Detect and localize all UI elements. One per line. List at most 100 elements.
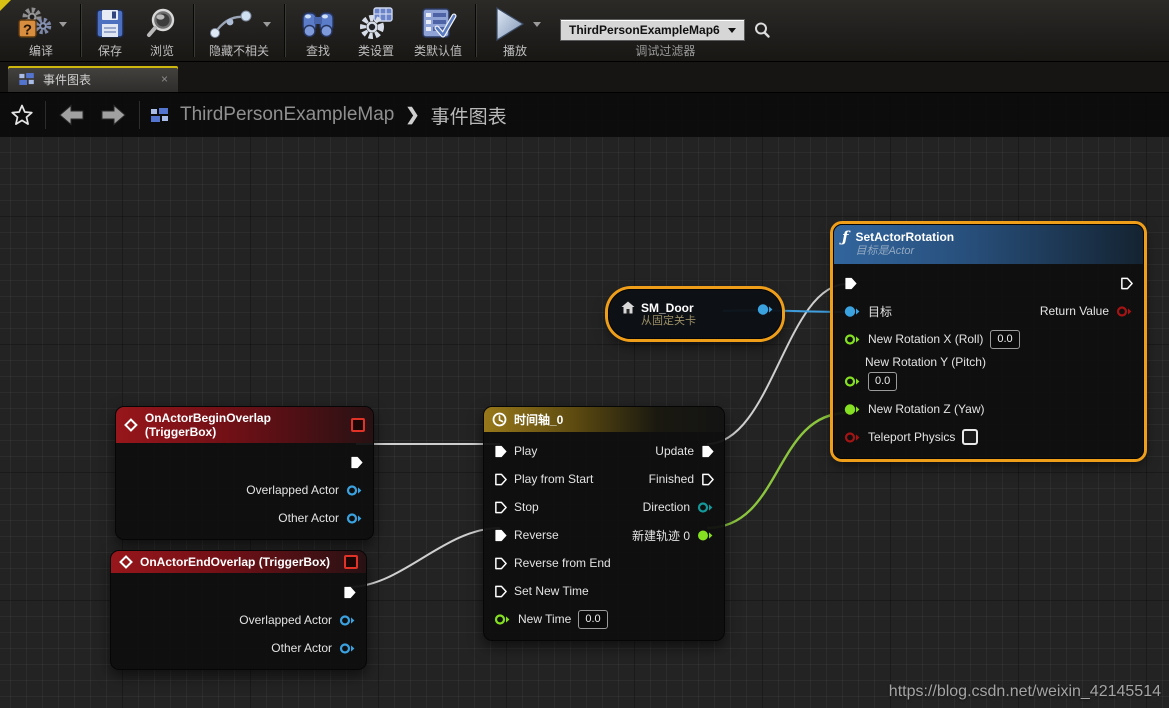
- node-title: 时间轴_0: [514, 413, 564, 427]
- target-pin[interactable]: [844, 305, 861, 318]
- class-defaults-button[interactable]: 类默认值: [405, 0, 471, 61]
- function-icon: ƒ: [842, 228, 849, 246]
- favorite-star-icon[interactable]: [10, 103, 34, 127]
- sm-door-out-pin[interactable]: [757, 303, 774, 316]
- finished-pin[interactable]: [701, 473, 714, 486]
- save-button[interactable]: 保存: [85, 0, 135, 61]
- pin-label: Update: [655, 444, 694, 458]
- play-from-start-pin[interactable]: [494, 473, 507, 486]
- other-actor-pin[interactable]: [346, 512, 363, 525]
- compile-button[interactable]: ? 编译: [6, 0, 76, 61]
- overlapped-actor-pin[interactable]: [346, 484, 363, 497]
- blueprint-icon: [19, 73, 34, 85]
- pin-label: Reverse from End: [514, 556, 611, 570]
- browse-button[interactable]: 浏览: [135, 0, 189, 61]
- new-rotation-x-pin[interactable]: [844, 333, 861, 346]
- new-time-value[interactable]: 0.0: [578, 609, 608, 629]
- hide-unrelated-dropdown-caret[interactable]: [263, 21, 271, 27]
- new-rotation-y-pin[interactable]: [844, 375, 861, 388]
- exec-out-pin[interactable]: [1120, 277, 1133, 290]
- overlapped-actor-pin[interactable]: [339, 614, 356, 627]
- pin-label: New Rotation Z (Yaw): [868, 402, 985, 416]
- exec-out-pin[interactable]: [343, 586, 356, 599]
- new-rotation-x-value[interactable]: 0.0: [990, 329, 1020, 349]
- new-rotation-y-value[interactable]: 0.0: [868, 372, 898, 391]
- breadcrumb-map-name[interactable]: ThirdPersonExampleMap: [180, 104, 394, 126]
- node-subtitle: 目标是Actor: [855, 245, 915, 257]
- pitch-row: New Rotation Y (Pitch) 0.0: [834, 353, 1143, 395]
- tab-event-graph[interactable]: 事件图表 ×: [8, 66, 178, 92]
- breadcrumb-bar: ThirdPersonExampleMap ❯ 事件图表: [0, 93, 1169, 137]
- exec-out-pin[interactable]: [350, 456, 363, 469]
- breadcrumb-separator-line: [45, 101, 46, 129]
- reverse-from-end-pin[interactable]: [494, 557, 507, 570]
- back-arrow-icon[interactable]: [57, 104, 87, 126]
- new-rotation-z-pin[interactable]: [844, 403, 861, 416]
- node-header[interactable]: ƒ SetActorRotation 目标是Actor: [834, 225, 1143, 264]
- new-track-0-pin[interactable]: [697, 529, 714, 542]
- play-dropdown-caret[interactable]: [533, 21, 542, 27]
- exec-in-pin[interactable]: [844, 277, 857, 290]
- compile-dropdown-caret[interactable]: [59, 21, 67, 27]
- teleport-physics-checkbox[interactable]: [962, 429, 979, 445]
- reverse-pin[interactable]: [494, 529, 507, 542]
- class-settings-button[interactable]: 类设置: [347, 0, 405, 61]
- pin-label: Return Value: [1039, 304, 1109, 318]
- compile-icon: ?: [18, 7, 52, 39]
- toolbar-separator: [475, 4, 477, 57]
- event-diamond-icon: [119, 555, 133, 569]
- breadcrumb-chevron: ❯: [405, 105, 420, 124]
- play-pin[interactable]: [494, 445, 507, 458]
- wire-track-to-yaw: [706, 411, 848, 530]
- pin-label: 新建轨迹 0: [631, 528, 690, 543]
- pin-label: Overlapped Actor: [246, 483, 339, 497]
- node-header[interactable]: OnActorBeginOverlap (TriggerBox): [116, 407, 373, 443]
- play-button[interactable]: 播放: [480, 0, 550, 61]
- return-value-pin[interactable]: [1116, 305, 1133, 318]
- event-binding-icon: [344, 555, 358, 569]
- node-header[interactable]: 时间轴_0: [484, 407, 724, 432]
- node-timeline-0[interactable]: 时间轴_0 Play Update Play from Start Finish…: [483, 406, 725, 641]
- class-defaults-label: 类默认值: [414, 44, 463, 58]
- pin-label: Play from Start: [514, 472, 594, 486]
- update-pin[interactable]: [701, 445, 714, 458]
- node-sm-door[interactable]: SM_Door 从固定关卡: [608, 289, 782, 339]
- node-header[interactable]: OnActorEndOverlap (TriggerBox): [111, 551, 366, 573]
- pin-label: 目标: [868, 304, 893, 319]
- debug-filter: ThirdPersonExampleMap6 调试过滤器: [550, 0, 781, 61]
- breadcrumb-separator-line: [139, 101, 140, 129]
- node-on-actor-begin-overlap[interactable]: OnActorBeginOverlap (TriggerBox) Overlap…: [115, 406, 374, 540]
- hide-unrelated-label: 隐藏不相关: [208, 44, 269, 58]
- event-graph-canvas[interactable]: ThirdPersonExampleMap ❯ 事件图表 OnActorBegi…: [0, 93, 1169, 708]
- find-button[interactable]: 查找: [289, 0, 347, 61]
- hide-unrelated-button[interactable]: 隐藏不相关: [198, 0, 280, 61]
- tab-title: 事件图表: [43, 72, 92, 87]
- save-icon: [96, 9, 124, 38]
- direction-pin[interactable]: [697, 501, 714, 514]
- pin-label: Stop: [514, 500, 539, 514]
- set-new-time-pin[interactable]: [494, 585, 507, 598]
- node-on-actor-end-overlap[interactable]: OnActorEndOverlap (TriggerBox) Overlappe…: [110, 550, 367, 670]
- breadcrumb-graph-name[interactable]: 事件图表: [431, 102, 507, 129]
- tab-close-icon[interactable]: ×: [161, 72, 168, 86]
- forward-arrow-icon[interactable]: [98, 104, 128, 126]
- pin-label: Other Actor: [278, 511, 339, 525]
- other-actor-pin[interactable]: [339, 642, 356, 655]
- hide-unrelated-icon: [210, 10, 252, 38]
- stop-pin[interactable]: [494, 501, 507, 514]
- pin-label: New Time: [518, 612, 572, 626]
- class-settings-label: 类设置: [357, 44, 394, 58]
- pin-label: Play: [514, 444, 538, 458]
- node-set-actor-rotation[interactable]: ƒ SetActorRotation 目标是Actor 目标 Return Va…: [833, 224, 1144, 459]
- teleport-physics-pin[interactable]: [844, 431, 861, 444]
- blueprint-editor: ? 编译 保存 浏览 隐藏不相关 查找 类设置 类默认值 播放 ThirdPer…: [0, 0, 1169, 708]
- svg-text:?: ?: [23, 22, 32, 39]
- pin-label: Reverse: [514, 528, 559, 542]
- debug-filter-select[interactable]: ThirdPersonExampleMap6: [560, 19, 745, 41]
- class-defaults-icon: [422, 8, 457, 38]
- event-binding-icon: [351, 418, 365, 432]
- debug-search-icon[interactable]: [753, 21, 771, 39]
- debug-filter-caret: [727, 27, 736, 33]
- browse-icon: [147, 8, 175, 37]
- new-time-pin[interactable]: [494, 613, 511, 626]
